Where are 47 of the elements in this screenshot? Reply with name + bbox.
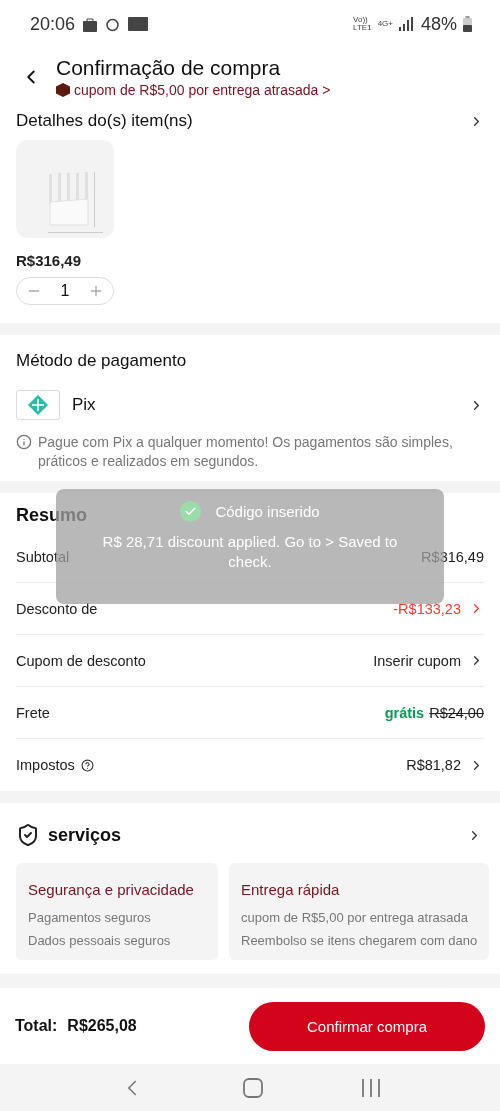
item-price: R$316,49	[16, 252, 83, 269]
summary-label: Desconto de	[16, 600, 98, 617]
payment-note: Pague com Pix a qualquer momento! Os pagamentos são simples, práticos e realizados em segundos.	[38, 433, 454, 471]
section-title: Método de pagamento	[16, 351, 187, 371]
info-icon	[16, 434, 32, 450]
service-title: Segurança e privacidade	[28, 881, 195, 898]
check-icon	[180, 501, 202, 522]
service-feature: Dados pessoais seguros	[28, 933, 172, 948]
tax-value: R$81,82	[406, 757, 461, 773]
signal-icon	[398, 17, 415, 31]
shopping-bag-icon	[83, 16, 98, 32]
section-title: Detalhes do(s) item(ns)	[16, 111, 193, 131]
network-type-label: 4G+	[377, 20, 393, 28]
clock: 20:06	[30, 13, 76, 35]
volte-label: Vo))	[353, 16, 368, 24]
service-feature: Pagamentos seguros	[28, 910, 152, 925]
service-title: Entrega rápida	[241, 881, 341, 898]
recent-apps-icon[interactable]	[361, 1077, 381, 1098]
help-icon	[80, 758, 94, 772]
home-icon[interactable]	[243, 1077, 263, 1098]
payment-method-name: Pix	[72, 395, 96, 415]
shield-check-icon	[16, 823, 40, 847]
section-title: serviços	[48, 824, 122, 846]
page-title: Confirmação de compra	[56, 56, 282, 80]
pix-logo	[16, 390, 60, 420]
toast-title: Código inserido	[215, 503, 320, 520]
lte-label: LTE1	[353, 24, 372, 32]
section-title: Resumo	[16, 504, 87, 526]
discount-value: -R$133,23	[393, 600, 461, 617]
total-label: Total:	[15, 1017, 58, 1035]
battery-icon	[463, 16, 472, 32]
service-feature: Reembolso se itens chegarem com dano	[241, 933, 477, 948]
battery-percentage: 48%	[420, 13, 457, 35]
coupon-link[interactable]: Inserir cupom	[373, 652, 461, 669]
summary-label: Cupom de desconto	[16, 652, 146, 669]
total-value: R$265,08	[67, 1017, 137, 1035]
original-shipping-price: R$24,00	[429, 704, 484, 721]
confirm-purchase-button[interactable]: Confirmar compra	[249, 1001, 485, 1051]
summary-label: Subtotal	[16, 548, 70, 565]
service-feature: cupom de R$5,00 por entrega atrasada	[241, 910, 469, 925]
late-delivery-coupon-link[interactable]: cupom de R$5,00 por entrega atrasada >	[74, 82, 331, 98]
free-shipping-label: grátis	[384, 704, 425, 721]
toast-message: R$ 28,71 discount applied. Go to > Saved to check.	[101, 532, 399, 572]
quantity-value: 1	[60, 282, 70, 300]
summary-label: Impostos	[16, 757, 75, 773]
summary-value: R$316,49	[421, 548, 484, 565]
summary-label: Frete	[16, 704, 50, 721]
